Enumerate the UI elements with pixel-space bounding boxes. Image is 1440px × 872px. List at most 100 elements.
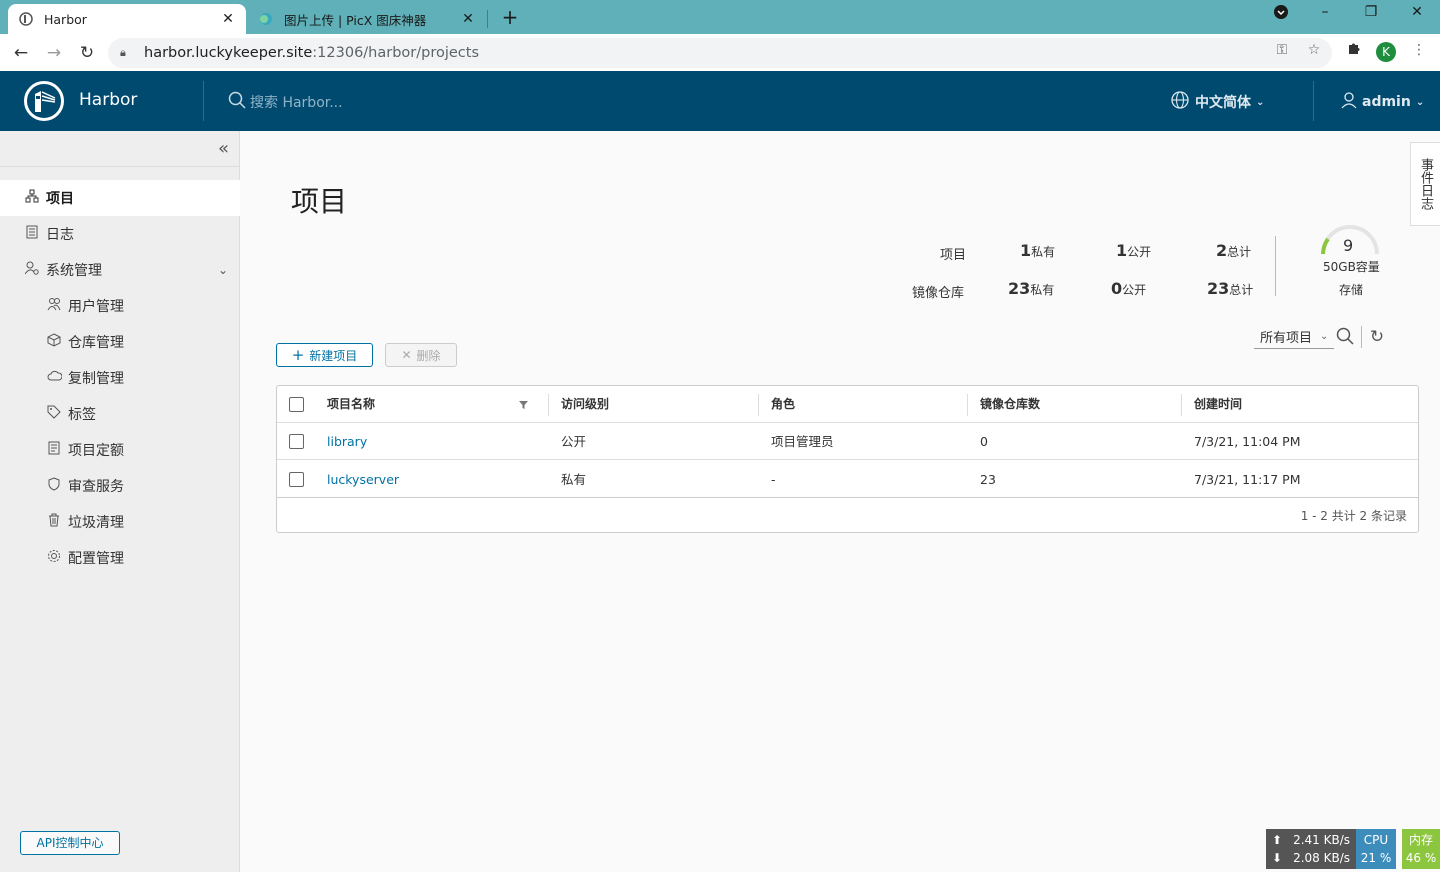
sidebar-item-quotas[interactable]: 项目定额 (0, 432, 240, 468)
sidebar-item-interrogation[interactable]: 审查服务 (0, 468, 240, 504)
event-log-tab[interactable]: 事件日志 (1410, 142, 1440, 226)
row-checkbox[interactable] (289, 434, 304, 449)
project-filter-select[interactable]: 所有项目 ⌄ (1254, 325, 1334, 349)
extensions-puzzle-icon[interactable] (1345, 41, 1363, 59)
header-divider (203, 81, 204, 121)
browser-tab-harbor[interactable]: Harbor ✕ (8, 4, 246, 34)
collapse-sidebar-icon[interactable]: « (218, 138, 229, 159)
close-window-icon[interactable]: ✕ (1404, 4, 1430, 28)
close-tab-icon[interactable]: ✕ (460, 11, 476, 27)
project-name-link[interactable]: library (327, 423, 367, 460)
shield-icon (46, 477, 62, 495)
search-icon (228, 91, 246, 113)
users-icon (46, 297, 62, 315)
sidebar-item-label: 项目定额 (68, 443, 124, 459)
filter-icon[interactable] (519, 386, 528, 423)
key-icon[interactable]: ⚿ (1273, 41, 1291, 59)
role: 项目管理员 (771, 434, 834, 449)
close-tab-icon[interactable]: ✕ (220, 11, 236, 27)
refresh-icon[interactable]: ↻ (1367, 327, 1387, 347)
gear-icon (46, 549, 62, 567)
harbor-logo-icon[interactable] (24, 81, 64, 121)
network-monitor-widget: ⬆ 2.41 KB/s ⬇ 2.08 KB/s CPU 21 % 内存 46 % (1266, 829, 1440, 869)
sidebar-item-registries[interactable]: 仓库管理 (0, 324, 240, 360)
sidebar-item-replication[interactable]: 复制管理 (0, 360, 240, 396)
new-tab-button[interactable]: + (498, 6, 522, 30)
restore-icon[interactable]: ❐ (1358, 4, 1384, 28)
table-row: library 公开 项目管理员 0 7/3/21, 11:04 PM (277, 423, 1418, 460)
sidebar-item-label: 系统管理 (46, 263, 102, 279)
bookmark-star-icon[interactable]: ☆ (1305, 41, 1323, 59)
column-header-role[interactable]: 角色 (771, 386, 795, 423)
column-header-access[interactable]: 访问级别 (561, 386, 609, 423)
stat-repos-public: 0公开 (1111, 279, 1147, 298)
column-header-name[interactable]: 项目名称 (327, 386, 375, 423)
language-selector[interactable]: 中文简体 ⌄ (1171, 91, 1264, 113)
header-divider (1313, 81, 1314, 121)
browser-menu-icon[interactable] (1268, 4, 1294, 28)
user-icon (1340, 91, 1358, 113)
forward-icon[interactable]: → (41, 40, 67, 66)
trash-icon (46, 513, 62, 531)
back-icon[interactable]: ← (8, 40, 34, 66)
browser-tab-picx[interactable]: 图片上传 | PicX 图床神器 ✕ (248, 4, 486, 34)
stat-projects-label: 项目 (940, 248, 967, 263)
column-header-repo-count[interactable]: 镜像仓库数 (980, 386, 1040, 423)
row-checkbox[interactable] (289, 472, 304, 487)
pagination-summary: 1 - 2 共计 2 条记录 (1300, 509, 1407, 523)
app-brand-name[interactable]: Harbor (79, 90, 137, 110)
download-arrow-icon: ⬇ (1272, 851, 1283, 865)
chevron-down-icon: ⌄ (1320, 331, 1329, 342)
global-search[interactable]: 搜索 Harbor... (228, 91, 343, 113)
stat-repos-total: 23总计 (1207, 279, 1254, 298)
reload-icon[interactable]: ↻ (74, 40, 100, 66)
log-icon (24, 225, 40, 243)
minimize-icon[interactable]: – (1312, 4, 1338, 28)
memory-label: 内存 (1408, 833, 1433, 847)
creation-time: 7/3/21, 11:17 PM (1194, 472, 1301, 487)
project-icon (24, 189, 40, 207)
search-icon[interactable] (1335, 327, 1355, 347)
language-label: 中文简体 (1195, 95, 1251, 111)
api-explorer-button[interactable]: API控制中心 (20, 831, 120, 855)
sidebar-item-users[interactable]: 用户管理 (0, 288, 240, 324)
sidebar-collapse-row: « (0, 131, 239, 167)
download-speed: 2.08 KB/s (1293, 851, 1350, 865)
url-host: harbor.luckykeeper.site (144, 45, 313, 61)
cpu-value: 21 % (1360, 851, 1392, 865)
picx-favicon-icon (258, 11, 274, 27)
storage-count: 9 (1343, 236, 1354, 255)
network-speed: ⬆ 2.41 KB/s ⬇ 2.08 KB/s (1266, 829, 1356, 869)
creation-time: 7/3/21, 11:04 PM (1194, 434, 1301, 449)
sidebar-item-logs[interactable]: 日志 (0, 216, 240, 252)
new-project-label: 新建项目 (309, 348, 358, 363)
table-row: luckyserver 私有 - 23 7/3/21, 11:17 PM (277, 461, 1418, 498)
sidebar-item-projects[interactable]: 项目 (0, 180, 240, 216)
sidebar-item-config[interactable]: 配置管理 (0, 540, 240, 576)
project-name-link[interactable]: luckyserver (327, 461, 399, 498)
app-header: Harbor 搜索 Harbor... 中文简体 ⌄ admin ⌄ (0, 71, 1440, 131)
tab-title: 图片上传 | PicX 图床神器 (284, 12, 427, 28)
user-menu[interactable]: admin ⌄ (1340, 91, 1424, 113)
access-level: 私有 (561, 472, 587, 487)
profile-avatar[interactable]: K (1376, 42, 1396, 62)
new-project-button[interactable]: + 新建项目 (276, 343, 373, 367)
chevron-down-icon: ⌄ (1415, 96, 1425, 108)
filter-value: 所有项目 (1260, 331, 1313, 346)
chevron-down-icon: ⌄ (1256, 96, 1265, 108)
select-all-checkbox[interactable] (289, 397, 304, 412)
url-field[interactable]: 🔒︎ harbor.luckykeeper.site:12306/harbor/… (108, 38, 1332, 68)
sidebar-item-labels[interactable]: 标签 (0, 396, 240, 432)
delete-button[interactable]: ✕ 删除 (385, 343, 457, 367)
browser-kebab-icon[interactable]: ⋮ (1410, 41, 1428, 59)
sidebar-item-admin[interactable]: 系统管理 ⌄ (0, 252, 240, 288)
memory-value: 46 % (1405, 851, 1437, 865)
stat-projects-private: 1私有 (1020, 241, 1056, 260)
column-header-created[interactable]: 创建时间 (1194, 386, 1242, 423)
page-title: 项目 (291, 185, 348, 218)
box-icon (46, 333, 62, 351)
upload-speed: 2.41 KB/s (1293, 833, 1350, 847)
sidebar-item-gc[interactable]: 垃圾清理 (0, 504, 240, 540)
sidebar-item-label: 仓库管理 (68, 335, 124, 351)
column-divider (548, 394, 549, 416)
